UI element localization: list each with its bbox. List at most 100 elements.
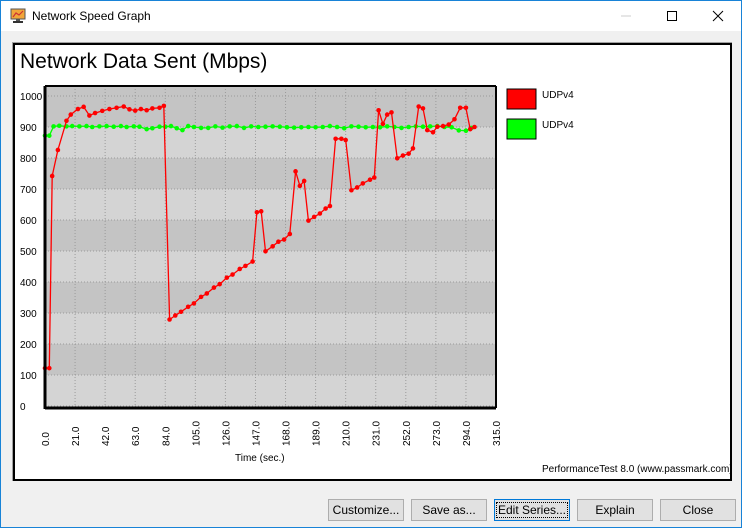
data-point (191, 301, 197, 306)
data-point (227, 124, 232, 129)
data-point (333, 136, 338, 142)
x-tick-label: 210.0 (342, 421, 353, 446)
data-point (137, 124, 142, 129)
data-point (430, 129, 436, 135)
data-point (284, 125, 290, 130)
plot-band (45, 86, 496, 96)
data-point (406, 151, 411, 156)
data-point (327, 203, 333, 209)
data-point (317, 211, 323, 216)
data-point (463, 105, 469, 111)
data-point (311, 214, 317, 220)
data-point (416, 104, 421, 109)
y-tick-label: 400 (20, 278, 37, 289)
x-tick-label: 126.0 (221, 421, 232, 446)
x-tick-label: 105.0 (191, 421, 202, 446)
explain-button[interactable]: Explain (577, 499, 653, 521)
x-tick-label: 63.0 (131, 426, 142, 446)
data-point (298, 125, 304, 130)
data-point (64, 118, 69, 124)
data-point (349, 187, 354, 193)
data-point (363, 125, 369, 130)
data-point (198, 294, 204, 300)
data-point (263, 249, 268, 254)
x-tick-label: 231.0 (372, 421, 383, 446)
y-tick-label: 200 (20, 340, 37, 351)
save-as-label: Save as... (422, 503, 476, 517)
data-point (87, 113, 92, 118)
edit-series-button[interactable]: Edit Series... (494, 499, 570, 521)
data-point (89, 124, 95, 130)
data-point (349, 124, 354, 129)
data-point (69, 123, 75, 129)
data-point (107, 106, 112, 112)
data-point (420, 106, 426, 111)
data-point (354, 185, 360, 190)
data-point (327, 123, 333, 129)
data-point (121, 104, 127, 109)
data-point (185, 123, 191, 129)
edit-series-label: Edit Series... (495, 502, 569, 518)
data-point (250, 259, 255, 264)
y-tick-label: 700 (20, 185, 37, 196)
data-point (220, 125, 225, 130)
data-point (341, 125, 347, 131)
data-point (150, 106, 155, 111)
y-tick-label: 800 (20, 154, 37, 165)
data-point (185, 304, 191, 310)
data-point (452, 116, 457, 122)
legend-swatch (506, 118, 537, 140)
data-point (457, 105, 463, 111)
y-tick-label: 600 (20, 216, 37, 227)
explain-label: Explain (595, 503, 635, 517)
data-point (384, 112, 390, 117)
close-button[interactable]: Close (660, 499, 736, 521)
x-tick-label: 273.0 (432, 421, 443, 446)
data-point (162, 124, 168, 129)
legend-swatch (506, 88, 537, 110)
plot-band (45, 344, 496, 375)
data-point (291, 125, 297, 130)
y-tick-label: 300 (20, 309, 37, 320)
customize-label: Customize... (332, 503, 400, 517)
data-point (323, 206, 328, 211)
data-point (77, 124, 82, 129)
data-point (456, 128, 462, 133)
y-tick-labels: 0 100 200 300 400 500 600 700 800 900 1000 (20, 92, 43, 413)
data-point (144, 107, 149, 113)
data-point (313, 125, 318, 130)
data-point (237, 266, 243, 272)
x-tick-label: 189.0 (312, 421, 323, 446)
data-point (254, 209, 260, 215)
data-point (172, 313, 178, 318)
data-point (367, 177, 373, 182)
window: Network Speed Graph Network Data Sent (M… (0, 0, 742, 528)
x-tick-label: 147.0 (251, 421, 262, 446)
data-point (124, 124, 129, 130)
data-point (198, 125, 204, 131)
legend-label: UDPv4 (542, 90, 574, 101)
save-as-button[interactable]: Save as... (411, 499, 487, 521)
y-tick-label: 100 (20, 371, 37, 382)
x-tick-label: 0.0 (41, 432, 52, 446)
data-point (389, 110, 394, 115)
close-label: Close (682, 503, 714, 517)
data-point (372, 175, 377, 180)
data-point (157, 124, 162, 129)
data-point (248, 124, 254, 129)
data-point (293, 169, 298, 174)
x-tick-label: 315.0 (492, 421, 503, 446)
x-tick-label: 294.0 (462, 421, 473, 446)
data-point (424, 127, 430, 133)
data-point (384, 124, 390, 129)
data-point (168, 123, 174, 129)
data-point (157, 105, 162, 111)
data-point (440, 123, 446, 129)
x-tick-label: 168.0 (282, 421, 293, 446)
data-point (410, 146, 416, 151)
data-point (287, 231, 293, 237)
data-point (339, 136, 344, 142)
customize-button[interactable]: Customize... (328, 499, 404, 521)
x-tick-label: 84.0 (161, 426, 172, 446)
data-point (167, 317, 172, 322)
